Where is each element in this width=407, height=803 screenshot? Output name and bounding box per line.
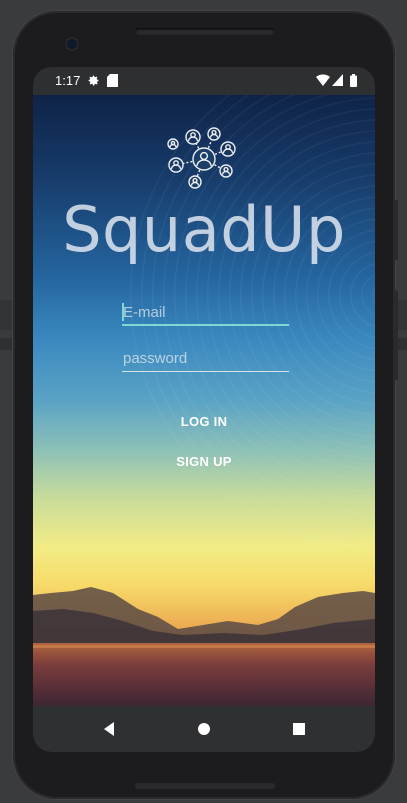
system-nav-bar <box>33 706 375 752</box>
power-button[interactable] <box>394 200 398 260</box>
login-button[interactable]: LOG IN <box>143 407 265 435</box>
signal-icon <box>332 74 343 86</box>
back-icon[interactable] <box>99 719 119 739</box>
volume-button[interactable] <box>394 290 398 380</box>
home-icon[interactable] <box>194 719 214 739</box>
password-field[interactable] <box>122 348 289 372</box>
recents-icon[interactable] <box>289 719 309 739</box>
bottom-speaker <box>135 783 275 789</box>
sd-card-icon <box>107 74 118 87</box>
text-cursor <box>122 303 124 321</box>
email-field[interactable] <box>122 302 289 326</box>
signup-button[interactable]: SIGN UP <box>143 447 265 475</box>
top-speaker <box>135 28 275 35</box>
app-brand-title: SquadUp <box>62 193 346 266</box>
front-camera <box>67 39 77 49</box>
mountain-lake-scene <box>33 587 375 706</box>
people-network-icon <box>167 127 236 189</box>
wifi-icon <box>316 74 330 86</box>
status-time: 1:17 <box>55 73 81 88</box>
login-screen: SquadUp LOG IN SIGN UP <box>33 95 375 706</box>
device-screen: 1:17 SquadUp E-mail LOG IN SIGN UP <box>33 67 375 752</box>
settings-icon <box>88 75 99 86</box>
battery-icon <box>350 74 357 87</box>
status-bar: 1:17 <box>33 67 375 95</box>
